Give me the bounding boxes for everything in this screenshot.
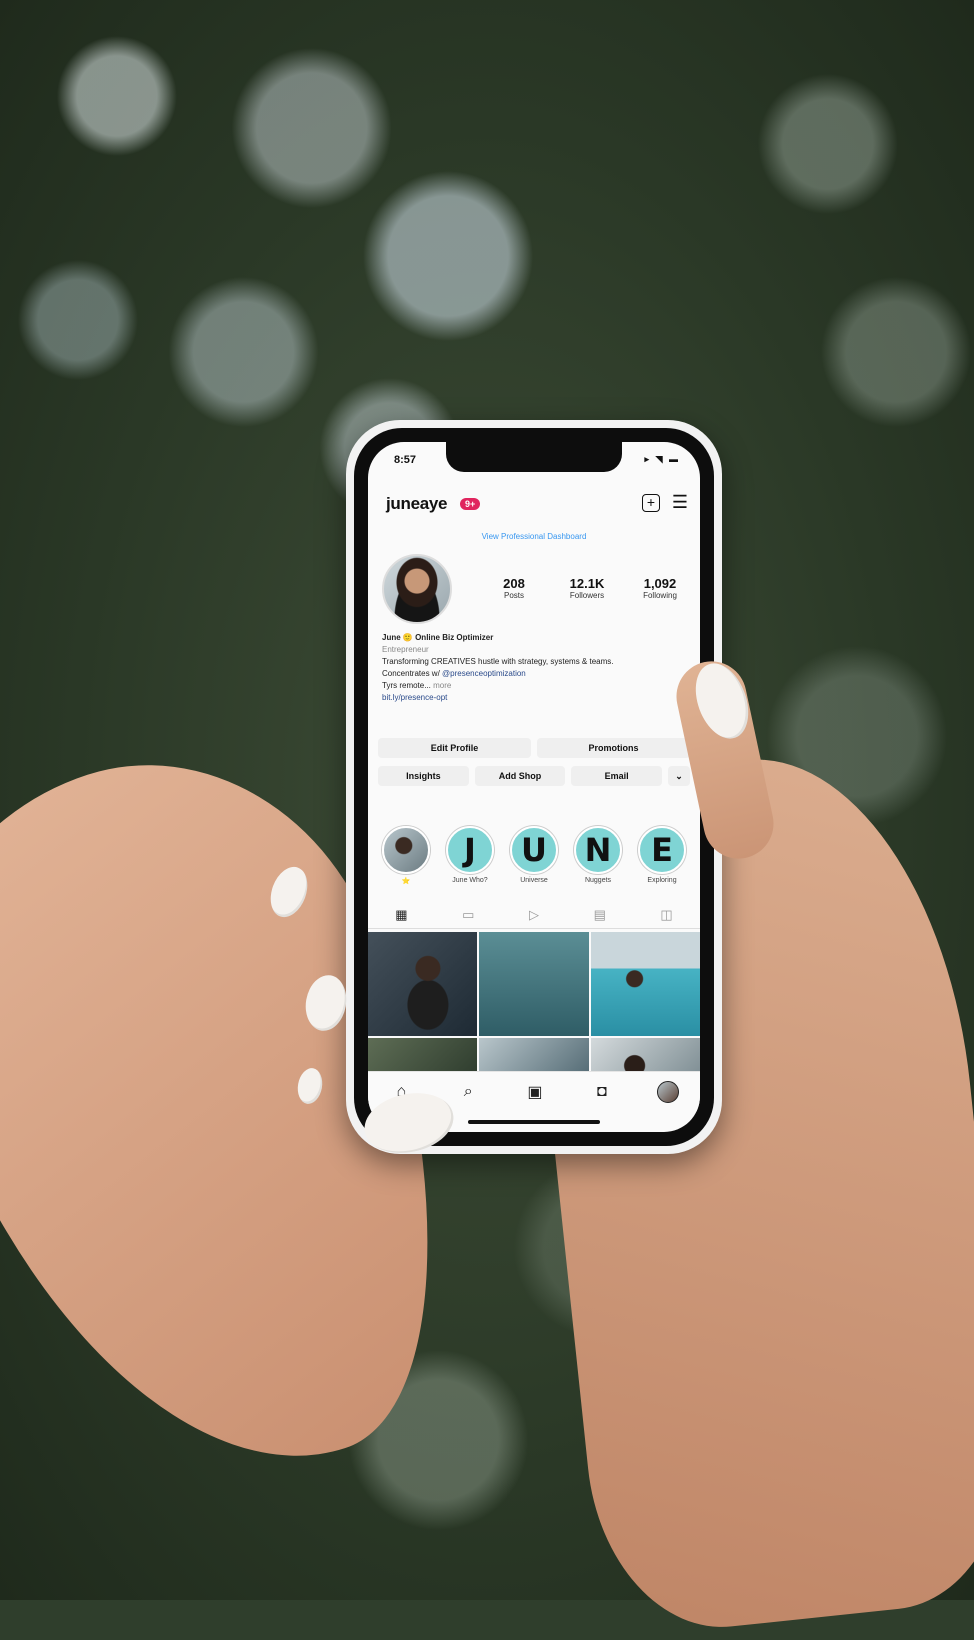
post-thumbnail[interactable] [368, 932, 478, 1036]
highlight-cover [382, 826, 430, 874]
highlight-cover: J [446, 826, 494, 874]
menu-icon[interactable]: ☰ [672, 492, 688, 513]
profile-tabs: ▦ ▭ ▷ ▤ ◫ [368, 904, 700, 929]
bio-category: Entrepreneur [382, 645, 429, 654]
highlight-label: Universe [520, 877, 548, 884]
stat-posts[interactable]: 208 Posts [482, 576, 546, 600]
home-indicator [468, 1120, 600, 1124]
phone-notch [446, 442, 622, 472]
bio-mention-link[interactable]: @presenceoptimization [442, 669, 526, 678]
bio-website-link[interactable]: bit.ly/presence-opt [382, 692, 682, 704]
profile-stats: 208 Posts 12.1K Followers 1,092 Followin… [482, 576, 692, 600]
bio-name: June 🙂 Online Biz Optimizer [382, 633, 494, 642]
highlight-item[interactable]: ⭐ [376, 826, 436, 886]
profile-icon[interactable] [656, 1081, 679, 1103]
highlight-item[interactable]: E Exploring [632, 826, 692, 886]
highlight-item[interactable]: U Universe [504, 826, 564, 886]
highlight-label: June Who? [452, 877, 488, 884]
stat-label: Followers [569, 591, 605, 600]
status-time: 8:57 [394, 454, 417, 466]
bio-text: Concentrates w/ [382, 669, 443, 678]
post-thumbnail[interactable] [479, 932, 589, 1036]
highlight-cover: U [510, 826, 558, 874]
grid-icon[interactable]: ▦ [395, 904, 407, 928]
stat-label: Posts [503, 591, 524, 600]
notification-badge: 9+ [460, 498, 481, 510]
profile-bio: June 🙂 Online Biz Optimizer Entrepreneur… [382, 632, 682, 704]
post-grid [368, 932, 700, 1084]
highlight-label: Exploring [647, 877, 677, 884]
avatar[interactable] [382, 554, 452, 624]
more-actions-dropdown[interactable]: ⌄ [668, 766, 691, 786]
highlight-cover: N [574, 826, 622, 874]
post-thumbnail[interactable] [590, 932, 700, 1036]
bio-line: Tyrs remote... more [382, 680, 682, 692]
stat-value: 12.1K [569, 576, 605, 591]
profile-header: juneaye 9+ + ☰ [368, 484, 700, 518]
stat-value: 208 [503, 576, 525, 591]
stat-followers[interactable]: 12.1K Followers [555, 576, 619, 600]
bio-line: Transforming CREATIVES hustle with strat… [382, 657, 614, 666]
reels-icon[interactable]: ▭ [462, 904, 474, 928]
highlight-cover: E [638, 826, 686, 874]
bio-more-link[interactable]: more [433, 681, 451, 690]
phone-screen: 8:57 ▸ ◥ ▬ juneaye 9+ + ☰ View Professio… [368, 442, 700, 1132]
smartphone: 8:57 ▸ ◥ ▬ juneaye 9+ + ☰ View Professio… [346, 420, 722, 1154]
insights-button[interactable]: Insights [378, 766, 469, 786]
shop-icon[interactable]: ◘ [590, 1083, 614, 1101]
search-icon[interactable]: ⌕ [456, 1083, 480, 1101]
stat-following[interactable]: 1,092 Following [628, 576, 692, 600]
stat-value: 1,092 [643, 576, 677, 591]
guides-icon[interactable]: ▤ [594, 904, 606, 928]
bio-text: Tyrs remote... [382, 681, 431, 690]
profile-username[interactable]: juneaye [386, 494, 448, 514]
story-highlights: ⭐ J June Who? U Universe N Nuggets E Exp… [376, 826, 692, 886]
edit-profile-button[interactable]: Edit Profile [378, 738, 531, 758]
highlight-item[interactable]: N Nuggets [568, 826, 628, 886]
highlight-item[interactable]: J June Who? [440, 826, 500, 886]
tagged-icon[interactable]: ◫ [660, 904, 672, 928]
profile-actions-row-2: Insights Add Shop Email ⌄ [378, 766, 691, 786]
professional-dashboard-link[interactable]: View Professional Dashboard [368, 532, 700, 541]
profile-actions-row-1: Edit Profile Promotions [378, 738, 690, 758]
add-shop-button[interactable]: Add Shop [474, 766, 566, 786]
video-icon[interactable]: ▷ [529, 904, 539, 928]
reels-icon[interactable]: ▣ [523, 1082, 547, 1102]
stat-label: Following [643, 591, 677, 600]
email-button[interactable]: Email [571, 766, 663, 786]
promotions-button[interactable]: Promotions [537, 738, 690, 758]
bio-line: Concentrates w/ @presenceoptimization [382, 668, 682, 680]
highlight-label: ⭐ [401, 878, 411, 885]
new-post-icon[interactable]: + [642, 494, 660, 512]
status-system-icons: ▸ ◥ ▬ [644, 454, 680, 464]
highlight-label: Nuggets [584, 877, 612, 884]
